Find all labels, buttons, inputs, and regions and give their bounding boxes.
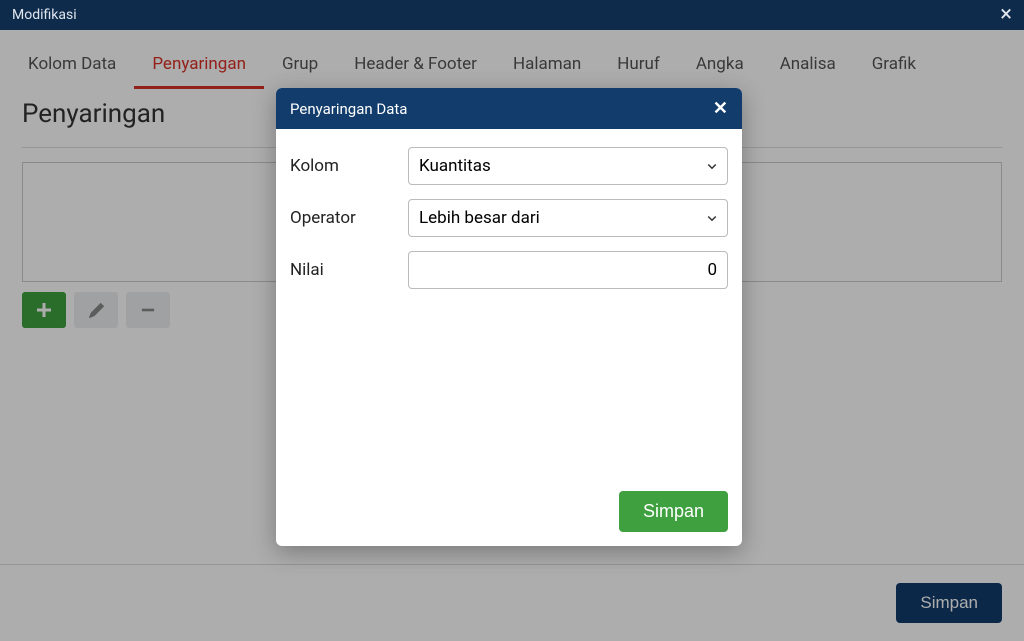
row-nilai: Nilai 0 (290, 251, 728, 289)
dialog-header: Penyaringan Data ✕ (276, 88, 742, 129)
select-kolom[interactable]: Kuantitas (408, 147, 728, 185)
label-nilai: Nilai (290, 260, 408, 280)
label-operator: Operator (290, 208, 408, 228)
dialog-body: Kolom Kuantitas Operator Lebih besar dar… (276, 129, 742, 479)
row-operator: Operator Lebih besar dari (290, 199, 728, 237)
window-titlebar: Modifikasi × (0, 0, 1024, 30)
row-kolom: Kolom Kuantitas (290, 147, 728, 185)
select-operator[interactable]: Lebih besar dari (408, 199, 728, 237)
label-kolom: Kolom (290, 156, 408, 176)
window-title: Modifikasi (12, 7, 77, 23)
dialog-title: Penyaringan Data (290, 100, 407, 118)
window-close-icon[interactable]: × (1000, 4, 1012, 26)
dialog-close-icon[interactable]: ✕ (713, 98, 728, 119)
filter-dialog: Penyaringan Data ✕ Kolom Kuantitas Opera… (276, 88, 742, 546)
dialog-save-button[interactable]: Simpan (619, 491, 728, 532)
dialog-footer: Simpan (276, 479, 742, 546)
input-nilai[interactable]: 0 (408, 251, 728, 289)
